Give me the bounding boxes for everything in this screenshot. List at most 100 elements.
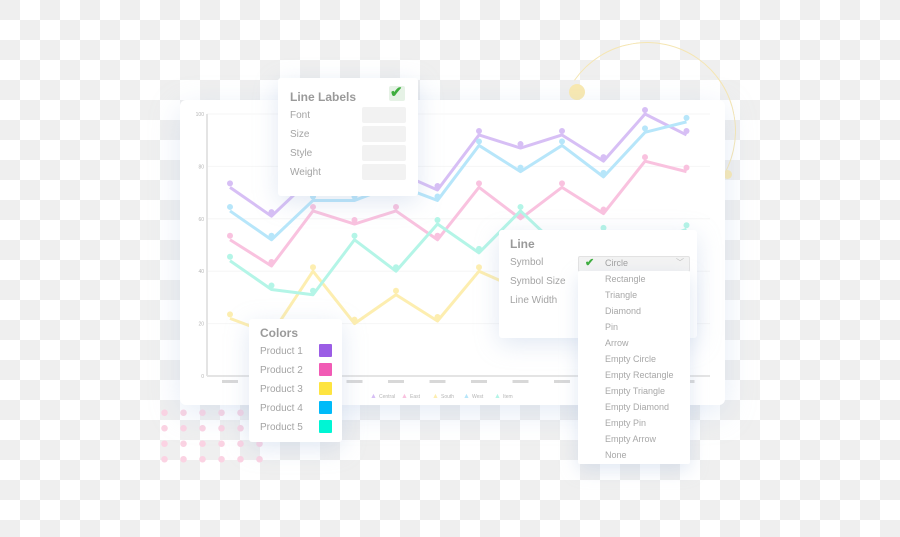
data-point-central [600,154,607,161]
x-tick-label [512,380,529,383]
data-point-central [434,182,441,189]
data-point-west [600,169,607,176]
data-point-item [393,264,399,271]
data-point-east [268,258,275,265]
data-point-item [351,232,358,239]
data-point-west [434,193,441,200]
font-input[interactable] [362,107,406,123]
data-point-east [683,164,690,171]
legend-marker: ▲ [370,393,377,400]
data-point-east [434,232,441,239]
y-tick-label: 0 [201,374,204,380]
data-point-central [227,180,233,187]
product-4-color-swatch[interactable] [319,401,332,414]
data-point-west [683,114,690,121]
data-point-item [434,217,441,224]
data-point-south [310,264,316,271]
symbol-dropdown-menu: Rectangle Triangle Diamond Pin Arrow Emp… [578,271,690,464]
product-1-label: Product 1 [260,346,303,357]
symbol-option-empty-triangle[interactable]: Empty Triangle [605,386,665,396]
data-point-south [227,311,233,318]
line-width-label: Line Width [510,295,558,306]
legend-label: West [472,394,484,400]
x-tick-label [346,380,363,383]
legend-marker: ▲ [432,393,439,400]
font-label: Font [290,110,311,121]
data-point-central [476,127,482,134]
symbol-size-label: Symbol Size [510,276,566,287]
style-label: Style [290,148,313,159]
style-input[interactable] [362,145,406,161]
x-tick-label [471,380,487,383]
symbol-select[interactable]: ✔ Circle ﹀ [578,256,690,272]
symbol-option-empty-rectangle[interactable]: Empty Rectangle [605,370,674,380]
symbol-option-none[interactable]: None [605,450,627,460]
data-point-east [476,180,482,187]
legend-marker: ▲ [494,393,501,400]
symbol-option-empty-pin[interactable]: Empty Pin [605,418,646,428]
product-5-color-swatch[interactable] [319,420,332,433]
x-tick-label [388,380,404,383]
data-point-central [559,127,565,134]
product-3-color-swatch[interactable] [319,382,332,395]
data-point-south [351,316,358,323]
x-tick-label [554,380,570,383]
product-2-color-swatch[interactable] [319,363,332,376]
symbol-option-empty-arrow[interactable]: Empty Arrow [605,434,656,444]
data-point-central [268,209,275,216]
data-point-east [642,154,648,161]
data-point-item [517,203,524,210]
symbol-option-pin[interactable]: Pin [605,322,618,332]
data-point-east [310,203,316,210]
legend-label: South [441,394,454,400]
data-point-east [393,203,399,210]
y-tick-label: 100 [196,112,205,118]
size-input[interactable] [362,126,406,142]
legend-marker: ▲ [401,393,408,400]
line-labels-panel: Line Labels ✔ Font Size Style Weight [278,78,418,196]
data-point-west [227,203,233,210]
data-point-item [227,253,233,260]
data-point-west [476,138,482,145]
x-tick-label [429,380,446,383]
chevron-down-icon: ﹀ [676,258,684,267]
y-tick-label: 60 [198,217,204,223]
colors-title: Colors [260,326,299,340]
data-point-south [393,287,399,294]
symbol-option-empty-diamond[interactable]: Empty Diamond [605,402,669,412]
legend-marker: ▲ [463,393,470,400]
data-point-central [642,107,648,113]
data-point-item [683,222,690,229]
decorative-dot [569,84,585,100]
product-4-label: Product 4 [260,403,303,414]
data-point-central [517,141,524,148]
product-3-label: Product 3 [260,384,303,395]
data-point-west [268,232,275,239]
data-point-east [600,206,607,213]
symbol-option-empty-circle[interactable]: Empty Circle [605,354,656,364]
y-tick-label: 20 [198,322,204,328]
symbol-option-triangle[interactable]: Triangle [605,290,637,300]
legend-label: Central [379,394,395,400]
line-labels-title: Line Labels [290,90,357,104]
line-labels-checkbox[interactable]: ✔ [389,84,405,101]
line-panel-title: Line [510,237,535,251]
size-label: Size [290,129,310,140]
data-point-south [476,264,482,271]
data-point-west [559,138,565,145]
weight-input[interactable] [362,164,406,180]
data-point-item [310,287,316,294]
product-1-color-swatch[interactable] [319,344,332,357]
data-point-east [559,180,565,187]
symbol-option-diamond[interactable]: Diamond [605,306,641,316]
data-point-item [268,282,275,289]
product-2-label: Product 2 [260,365,303,376]
symbol-selected-value: Circle [605,258,629,268]
symbol-option-arrow[interactable]: Arrow [605,338,629,348]
checkmark-icon: ✔ [390,84,403,101]
y-tick-label: 80 [198,164,204,170]
legend-label: Item [503,394,513,400]
data-point-west [517,164,524,171]
symbol-label: Symbol [510,257,544,268]
symbol-option-rectangle[interactable]: Rectangle [605,274,646,284]
